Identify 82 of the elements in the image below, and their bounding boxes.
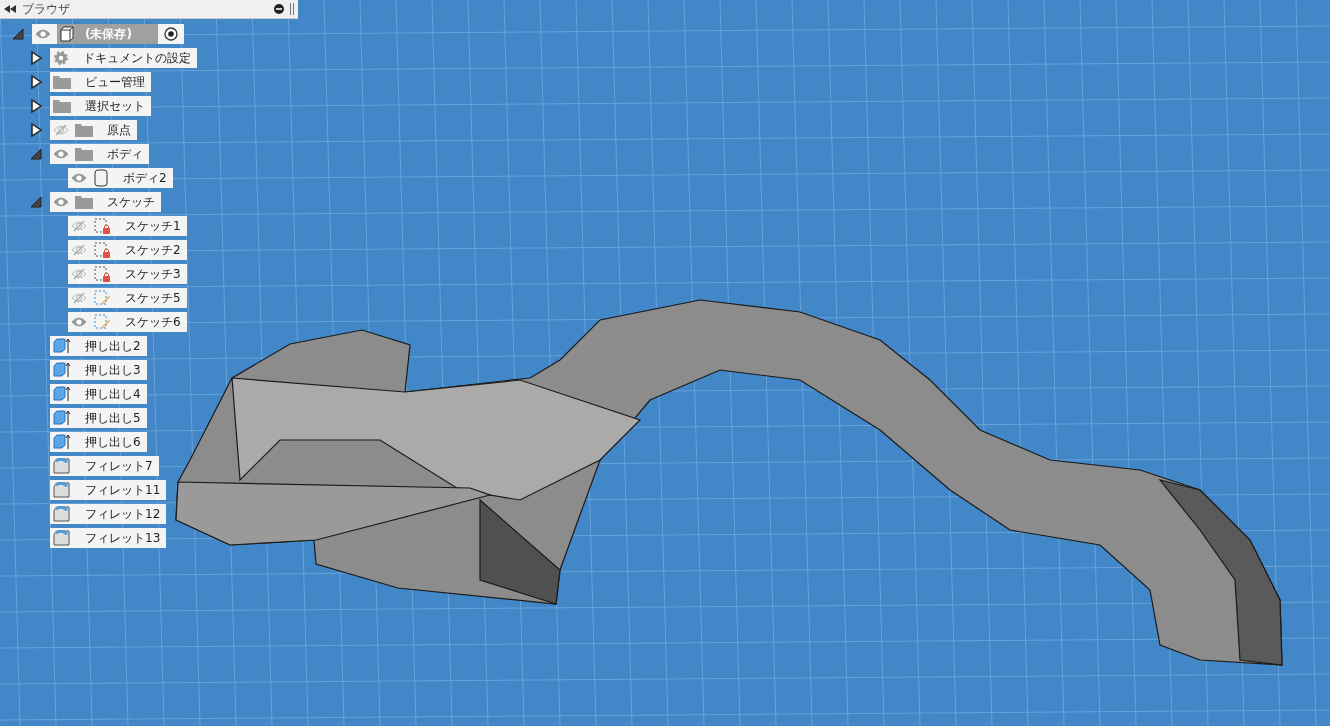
folder-icon [75,195,93,209]
browser-node[interactable]: 選択セット [50,96,151,116]
extrude-icon [53,362,71,378]
browser-node[interactable]: 押し出し3 [50,360,147,380]
collapse-icon[interactable] [4,5,16,13]
node-label: ビュー管理 [84,73,145,91]
fillet-icon [53,482,71,498]
component-label: (未保存) [57,24,158,44]
gear-icon [53,50,69,66]
node-label: スケッチ1 [124,217,181,235]
node-label: ボディ [106,145,143,163]
collapsed-arrow-icon[interactable] [30,99,42,113]
extrude-icon [53,410,71,426]
browser-node[interactable]: ボディ [50,144,149,164]
fillet-icon [53,506,71,522]
collapsed-arrow-icon[interactable] [30,51,42,65]
browser-node[interactable]: 原点 [50,120,137,140]
node-label: 押し出し3 [84,361,141,379]
hidden-eye-icon[interactable] [53,124,69,136]
extrude-icon [53,338,71,354]
browser-node[interactable]: スケッチ6 [68,312,187,332]
browser-node[interactable]: スケッチ5 [68,288,187,308]
extrude-icon [53,386,71,402]
browser-node[interactable]: 押し出し5 [50,408,147,428]
browser-node[interactable]: フィレット12 [50,504,167,524]
node-label: スケッチ2 [124,241,181,259]
folder-icon [75,123,93,137]
node-label: 押し出し6 [84,433,141,451]
node-label: ボディ2 [122,169,167,187]
node-label: 押し出し5 [84,409,141,427]
collapsed-arrow-icon[interactable] [30,123,42,137]
fillet-icon [53,458,71,474]
hidden-eye-icon[interactable] [71,244,87,256]
eye-icon[interactable] [53,196,69,208]
node-label: フィレット11 [84,481,161,499]
node-label: 押し出し2 [84,337,141,355]
node-label: スケッチ3 [124,265,181,283]
browser-node[interactable]: スケッチ [50,192,161,212]
browser-node[interactable]: ドキュメントの設定 [50,48,197,68]
browser-node[interactable]: ビュー管理 [50,72,151,92]
browser-node[interactable]: 押し出し6 [50,432,147,452]
browser-node[interactable]: 押し出し4 [50,384,147,404]
node-label: スケッチ6 [124,313,181,331]
browser-node[interactable]: フィレット13 [50,528,167,548]
node-label: ドキュメントの設定 [82,49,191,67]
browser-node[interactable]: フィレット11 [50,480,167,500]
browser-node[interactable]: スケッチ2 [68,240,187,260]
eye-icon[interactable] [71,172,87,184]
folder-icon [53,75,71,89]
hidden-eye-icon[interactable] [71,268,87,280]
browser-node[interactable]: ボディ2 [68,168,173,188]
node-label: 原点 [106,121,131,139]
node-label: フィレット12 [84,505,161,523]
radio-icon[interactable] [163,27,178,41]
hidden-eye-icon[interactable] [71,220,87,232]
node-label: フィレット7 [84,457,153,475]
drag-handle-icon[interactable] [290,3,294,15]
expanded-arrow-icon[interactable] [12,27,24,41]
node-label: フィレット13 [84,529,161,547]
eye-icon[interactable] [53,148,69,160]
expanded-arrow-icon[interactable] [30,147,42,161]
node-label: スケッチ5 [124,289,181,307]
browser-node[interactable]: フィレット7 [50,456,159,476]
browser-node[interactable]: 押し出し2 [50,336,147,356]
node-label: スケッチ [106,193,155,211]
node-label: 押し出し4 [84,385,141,403]
eye-icon[interactable] [71,316,87,328]
expanded-arrow-icon[interactable] [30,195,42,209]
collapsed-arrow-icon[interactable] [30,75,42,89]
folder-icon [75,147,93,161]
hidden-eye-icon[interactable] [71,292,87,304]
extrude-icon [53,434,71,450]
folder-icon [53,99,71,113]
eye-icon[interactable] [35,28,51,40]
minimize-icon[interactable] [274,4,284,14]
browser-node[interactable]: スケッチ3 [68,264,187,284]
browser-title: ブラウザ [22,0,70,18]
fillet-icon [53,530,71,546]
browser-node[interactable]: スケッチ1 [68,216,187,236]
node-label: 選択セット [84,97,145,115]
cube-icon [59,26,75,42]
body-icon [93,169,109,187]
